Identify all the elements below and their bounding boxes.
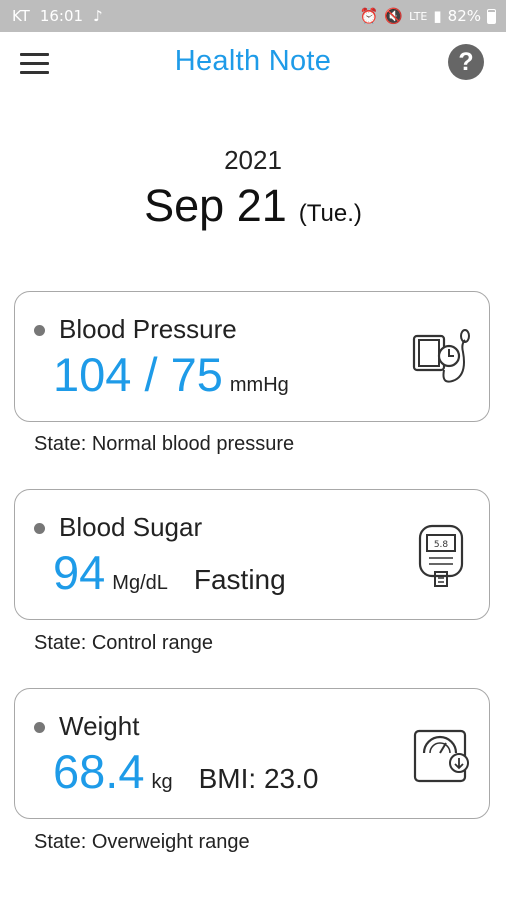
mute-icon: 🔇	[384, 7, 404, 25]
app-title: Health Note	[174, 45, 332, 77]
bullet-dot	[34, 325, 45, 336]
blood-pressure-card[interactable]: Blood Pressure 104 / 75 mmHg	[14, 291, 490, 422]
blood-pressure-unit: mmHg	[229, 374, 289, 396]
app-bar: Health Note ?	[0, 32, 506, 94]
date-display: Sep 21 (Tue.)	[0, 180, 506, 232]
weight-unit: kg	[151, 771, 173, 793]
alarm-icon: ⏰	[359, 7, 379, 25]
card-label: Weight	[59, 711, 140, 741]
clock: 16:01	[39, 7, 84, 25]
carrier-label: KT	[12, 7, 30, 25]
music-note-icon: ♪	[93, 7, 103, 25]
weight-state: State: Overweight range	[34, 831, 250, 853]
weight-scale-icon	[413, 729, 469, 783]
blood-sugar-condition: Fasting	[193, 564, 286, 595]
help-icon[interactable]: ?	[448, 44, 484, 80]
signal-icon: ▮	[433, 7, 442, 25]
date-day: Sep 21	[144, 180, 287, 231]
date-year: 2021	[224, 145, 282, 175]
battery-icon	[487, 8, 496, 24]
battery-level: 82%	[447, 7, 481, 25]
blood-pressure-value: 104 / 75	[53, 348, 223, 401]
date-weekday: (Tue.)	[298, 200, 362, 227]
bullet-dot	[34, 722, 45, 733]
network-label: LTE	[409, 9, 428, 23]
value-row: 68.4 kg BMI: 23.0	[53, 744, 318, 799]
card-label: Blood Sugar	[59, 512, 203, 542]
weight-value: 68.4	[53, 745, 145, 798]
glucose-meter-icon: 5.8	[418, 524, 464, 587]
value-row: 94 Mg/dL Fasting	[53, 545, 286, 600]
blood-sugar-value: 94	[53, 546, 106, 599]
blood-pressure-monitor-icon	[412, 329, 470, 383]
blood-sugar-unit: Mg/dL	[112, 572, 168, 594]
weight-card[interactable]: Weight 68.4 kg BMI: 23.0	[14, 688, 490, 819]
blood-sugar-card[interactable]: Blood Sugar 94 Mg/dL Fasting 5.8	[14, 489, 490, 620]
card-label: Blood Pressure	[59, 314, 237, 344]
meter-reading: 5.8	[434, 540, 449, 550]
blood-pressure-state: State: Normal blood pressure	[34, 433, 295, 455]
bullet-dot	[34, 523, 45, 534]
bmi-value: BMI: 23.0	[198, 763, 319, 794]
blood-sugar-state: State: Control range	[34, 632, 213, 654]
value-row: 104 / 75 mmHg	[53, 347, 289, 402]
status-bar: KT 16:01 ♪ ⏰ 🔇 LTE ▮ 82%	[0, 0, 506, 32]
